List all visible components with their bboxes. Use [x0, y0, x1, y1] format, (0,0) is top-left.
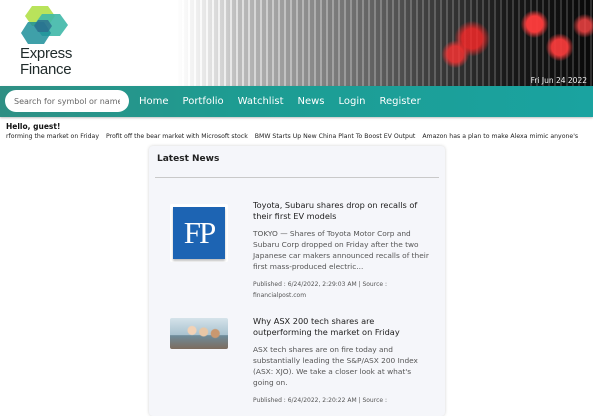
- fp-logo-box: FP: [173, 207, 225, 259]
- express-finance-logo[interactable]: Express Finance: [14, 4, 76, 80]
- ticker-headline[interactable]: Profit off the bear market with Microsof…: [106, 133, 248, 140]
- news-item-title[interactable]: Why ASX 200 tech shares are outperformin…: [253, 316, 433, 338]
- fp-logo-text: FP: [183, 215, 217, 250]
- news-ticker: rforming the market on Friday Profit off…: [6, 133, 593, 140]
- latest-news-card: Latest News FP Toyota, Subaru shares dro…: [149, 146, 445, 416]
- navigation-bar: Home Portfolio Watchlist News Login Regi…: [0, 86, 593, 117]
- nav-news-link[interactable]: News: [298, 96, 325, 107]
- ticker-headline[interactable]: Amazon has a plan to make Alexa mimic an…: [422, 133, 578, 140]
- search-input[interactable]: [5, 90, 129, 112]
- logo-text-line2: Finance: [20, 61, 72, 78]
- news-item-meta: Published : 6/24/2022, 2:20:22 AM | Sour…: [253, 397, 387, 404]
- logo-mark-icon: [21, 6, 68, 44]
- header: Fri Jun 24 2022 Express Finance: [0, 0, 593, 86]
- financial-post-logo-thumbnail[interactable]: FP: [170, 204, 228, 262]
- office-photo-thumbnail[interactable]: [170, 318, 228, 349]
- nav-login-link[interactable]: Login: [339, 96, 366, 107]
- news-item-summary: TOKYO — Shares of Toyota Motor Corp and …: [253, 229, 429, 271]
- news-item-meta: Published : 6/24/2022, 2:29:03 AM | Sour…: [253, 281, 387, 299]
- nav-register-link[interactable]: Register: [380, 96, 421, 107]
- news-item-text: Why ASX 200 tech shares are outperformin…: [253, 316, 433, 406]
- news-item-text: Toyota, Subaru shares drop on recalls of…: [253, 200, 433, 301]
- ticker-headline[interactable]: BMW Starts Up New China Plant To Boost E…: [255, 133, 416, 140]
- divider: [155, 177, 439, 178]
- banner-fade: [176, 0, 236, 86]
- ticker-headline[interactable]: rforming the market on Friday: [6, 133, 99, 140]
- news-item-summary: ASX tech shares are on fire today and su…: [253, 345, 418, 387]
- nav-portfolio-link[interactable]: Portfolio: [183, 96, 224, 107]
- greeting-text: Hello, guest!: [6, 122, 61, 131]
- current-date: Fri Jun 24 2022: [530, 76, 587, 85]
- logo-text-line1: Express: [20, 45, 73, 62]
- news-item-title[interactable]: Toyota, Subaru shares drop on recalls of…: [253, 200, 433, 222]
- nav-home-link[interactable]: Home: [139, 96, 169, 107]
- nav-watchlist-link[interactable]: Watchlist: [238, 96, 284, 107]
- stock-ticker-banner-image: [176, 0, 593, 86]
- latest-news-title: Latest News: [157, 154, 220, 164]
- nav-links: Home Portfolio Watchlist News Login Regi…: [139, 86, 435, 117]
